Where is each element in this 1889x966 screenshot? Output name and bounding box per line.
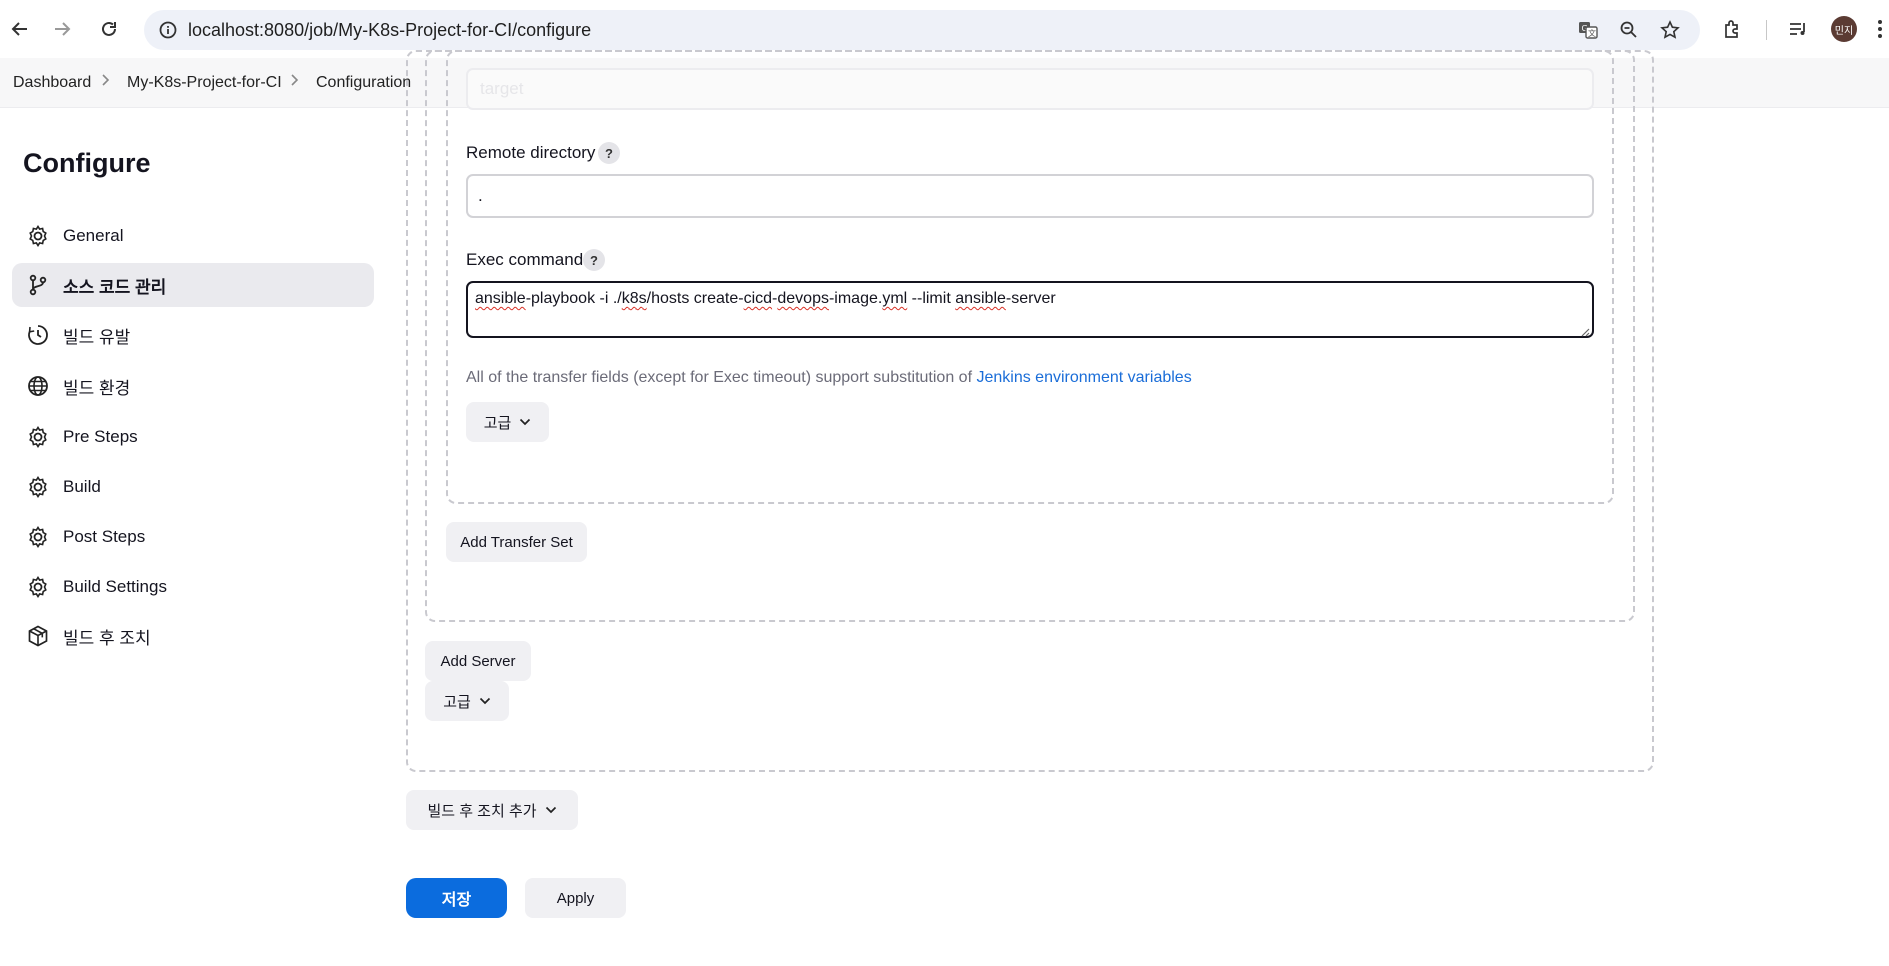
apply-label: Apply (556, 889, 595, 907)
add-post-build-action-button[interactable]: 빌드 후 조치 추가 (406, 790, 578, 830)
profile-avatar[interactable]: 민지 (1828, 13, 1860, 45)
sidebar-item-build-triggers[interactable]: 빌드 유발 (12, 313, 374, 357)
gear-icon (25, 474, 51, 500)
sidebar-item-label: Build (63, 477, 101, 496)
resize-handle-icon[interactable] (1580, 324, 1590, 337)
advanced-button[interactable]: 고급 (425, 681, 509, 721)
gear-icon (25, 574, 51, 600)
save-button[interactable]: 저장 (406, 878, 507, 918)
help-icon[interactable]: ? (598, 142, 620, 164)
save-label: 저장 (441, 892, 472, 909)
chevron-down-icon (479, 697, 491, 705)
add-post-build-action-label: 빌드 후 조치 추가 (427, 802, 537, 820)
sidebar-item-pre-steps[interactable]: Pre Steps (12, 415, 374, 459)
substitution-note: All of the transfer fields (except for E… (466, 369, 1192, 387)
bookmark-star-icon[interactable] (1658, 18, 1682, 42)
source-branch-icon (25, 272, 51, 298)
toolbar-divider (1766, 20, 1767, 40)
sidebar-item-label: General (63, 226, 124, 245)
url-text: localhost:8080/job/My-K8s-Project-for-CI… (188, 20, 592, 40)
add-transfer-set-label: Add Transfer Set (460, 533, 573, 551)
package-icon (25, 623, 51, 649)
chevron-right-icon (290, 73, 300, 92)
gear-icon (25, 524, 51, 550)
breadcrumb-dashboard[interactable]: Dashboard (13, 74, 91, 92)
sidebar-item-label: 소스 코드 관리 (63, 277, 167, 297)
svg-text:文: 文 (1588, 28, 1596, 38)
sidebar-item-label: Build Settings (63, 577, 167, 596)
media-playlist-icon[interactable] (1782, 13, 1814, 45)
site-info-icon[interactable] (156, 18, 180, 42)
chevron-down-icon (519, 418, 531, 426)
extensions-icon[interactable] (1716, 13, 1748, 45)
sidebar-item-source-code[interactable]: 소스 코드 관리 (12, 263, 374, 307)
apply-button[interactable]: Apply (525, 878, 626, 918)
more-menu-icon[interactable] (1870, 13, 1889, 45)
sidebar-item-label: Post Steps (63, 527, 146, 546)
add-server-button[interactable]: Add Server (425, 641, 531, 681)
remote-directory-input[interactable]: . (466, 174, 1594, 218)
chevron-down-icon (545, 806, 557, 814)
sidebar-item-label: 빌드 유발 (63, 327, 131, 347)
translate-icon[interactable]: G文 (1576, 18, 1600, 42)
gear-icon (25, 223, 51, 249)
address-bar[interactable]: localhost:8080/job/My-K8s-Project-for-CI… (144, 10, 1700, 50)
add-transfer-set-button[interactable]: Add Transfer Set (446, 522, 587, 562)
sidebar-item-build[interactable]: Build (12, 465, 374, 509)
page-title: Configure (23, 148, 151, 178)
globe-icon (25, 373, 51, 399)
jenkins-env-vars-link[interactable]: Jenkins environment variables (976, 369, 1191, 386)
advanced-button[interactable]: 고급 (466, 402, 549, 442)
avatar: 민지 (1831, 16, 1857, 42)
add-server-label: Add Server (440, 652, 516, 670)
breadcrumb-project[interactable]: My-K8s-Project-for-CI (127, 74, 282, 92)
sidebar-item-label: Pre Steps (63, 427, 138, 446)
advanced-label: 고급 (443, 693, 471, 711)
exec-command-label: Exec command (466, 250, 584, 269)
remote-directory-label: Remote directory (466, 143, 596, 162)
breadcrumb-configuration[interactable]: Configuration (316, 74, 411, 92)
transfer-set-container (446, 50, 1614, 504)
exec-command-value: ansible-playbook -i ./k8s/hosts create-c… (475, 290, 1056, 307)
gear-icon (25, 424, 51, 450)
zoom-icon[interactable] (1617, 18, 1641, 42)
sidebar-item-label: 빌드 후 조치 (63, 628, 151, 648)
back-arrow-icon[interactable] (4, 13, 36, 45)
sidebar-item-build-environment[interactable]: 빌드 환경 (12, 364, 374, 408)
sidebar-item-build-settings[interactable]: Build Settings (12, 565, 374, 609)
clock-trigger-icon (25, 322, 51, 348)
chevron-right-icon (101, 73, 111, 92)
forward-arrow-icon[interactable] (46, 13, 78, 45)
help-icon[interactable]: ? (583, 249, 605, 271)
sidebar-item-general[interactable]: General (12, 214, 374, 258)
sidebar-item-post-build-actions[interactable]: 빌드 후 조치 (12, 614, 374, 658)
sidebar-item-label: 빌드 환경 (63, 378, 131, 398)
substitution-note-text: All of the transfer fields (except for E… (466, 369, 977, 386)
reload-icon[interactable] (93, 13, 125, 45)
exec-command-textarea[interactable]: ansible-playbook -i ./k8s/hosts create-c… (466, 281, 1594, 338)
advanced-label: 고급 (483, 414, 512, 432)
sidebar-item-post-steps[interactable]: Post Steps (12, 515, 374, 559)
remote-directory-value: . (478, 186, 483, 205)
